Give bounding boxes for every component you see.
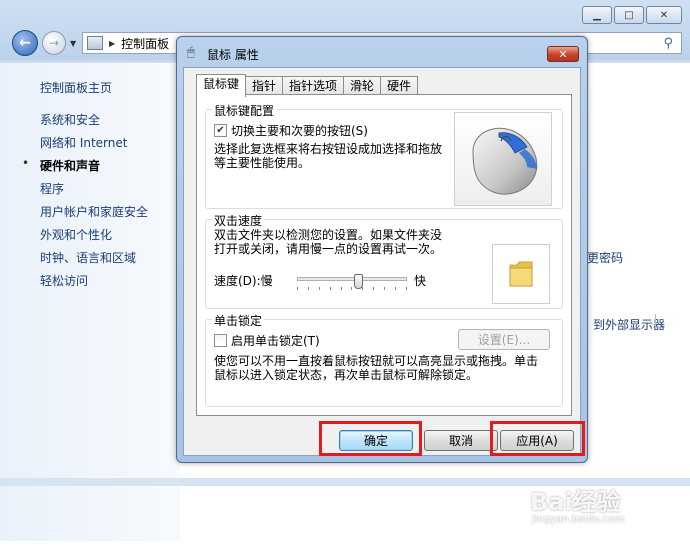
description-line: 使您可以不用一直按着鼠标按钮就可以高亮显示或拖拽。单击 bbox=[214, 354, 539, 368]
sidebar-item-hardware-sound[interactable]: 硬件和声音 bbox=[40, 157, 100, 174]
speed-slow-label: 速度(D):慢 bbox=[214, 274, 273, 288]
mouse-image-icon bbox=[472, 127, 538, 195]
sidebar-home-link[interactable]: 控制面板主页 bbox=[40, 79, 112, 96]
click-lock-row[interactable]: 启用单击锁定(T) bbox=[214, 332, 320, 349]
speed-slider-ticks bbox=[297, 287, 407, 291]
history-dropdown-icon[interactable]: ▼ bbox=[70, 39, 76, 48]
dialog-titlebar[interactable]: 🖱 鼠标 属性 ✕ bbox=[177, 37, 587, 67]
folder-icon[interactable] bbox=[508, 259, 534, 289]
minimize-button[interactable]: ▁ bbox=[582, 6, 612, 24]
buttons-tab-page: 鼠标键配置 ✔ 切换主要和次要的按钮(S) 选择此复选框来将右按钮设成加选择和拖… bbox=[196, 94, 572, 416]
breadcrumb-separator-icon[interactable]: ▶ bbox=[109, 39, 115, 48]
tab-pointers[interactable]: 指针 bbox=[245, 76, 284, 96]
switch-buttons-checkbox[interactable]: ✔ bbox=[214, 124, 227, 137]
window-caption-buttons: ▁ □ ✕ bbox=[582, 6, 682, 24]
tab-pointer-options[interactable]: 指针选项 bbox=[282, 76, 345, 96]
click-lock-checkbox-label[interactable]: 启用单击锁定(T) bbox=[231, 332, 320, 349]
sidebar-item-appearance[interactable]: 外观和个性化 bbox=[40, 226, 112, 243]
baidu-watermark-logo: Bai经验 bbox=[530, 488, 621, 516]
search-icon[interactable]: ⚲ bbox=[663, 36, 673, 51]
link-divider bbox=[655, 314, 656, 328]
active-bullet: • bbox=[22, 156, 30, 170]
navigation-buttons: ← → ▼ bbox=[12, 30, 76, 56]
dialog-body: 鼠标键 指针 指针选项 滑轮 硬件 鼠标键配置 ✔ 切换主要和次要的按钮(S) … bbox=[183, 67, 581, 456]
click-lock-checkbox[interactable] bbox=[214, 334, 227, 347]
apply-highlight-box bbox=[490, 421, 585, 456]
double-click-description: 双击文件夹以检测您的设置。如果文件夹没 打开或关闭，请用慢一点的设置再试一次。 bbox=[214, 228, 442, 256]
description-line: 等主要性能使用。 bbox=[214, 156, 311, 170]
speed-slider-track[interactable] bbox=[297, 274, 407, 289]
cancel-button[interactable]: 取消 bbox=[424, 430, 498, 451]
ok-highlight-box bbox=[319, 421, 422, 456]
click-lock-group: 单击锁定 启用单击锁定(T) 设置(E)... 使您可以不用一直按着鼠标按钮就可… bbox=[205, 312, 563, 407]
mouse-icon: 🖱 bbox=[187, 45, 195, 60]
speed-fast-label: 快 bbox=[414, 274, 427, 288]
sidebar: 控制面板主页 系统和安全 网络和 Internet • 硬件和声音 程序 用户帐… bbox=[0, 63, 180, 541]
sidebar-item-programs[interactable]: 程序 bbox=[40, 180, 64, 197]
tab-wheel[interactable]: 滑轮 bbox=[343, 76, 382, 96]
description-line: 双击文件夹以检测您的设置。如果文件夹没 bbox=[214, 228, 443, 242]
description-line: 鼠标以进入锁定状态，再次单击鼠标可解除锁定。 bbox=[214, 368, 479, 382]
switch-buttons-description: 选择此复选框来将右按钮设成加选择和拖放 等主要性能使用。 bbox=[214, 142, 442, 170]
dialog-title: 鼠标 属性 bbox=[207, 48, 259, 62]
maximize-button[interactable]: □ bbox=[614, 6, 644, 24]
switch-buttons-row[interactable]: ✔ 切换主要和次要的按钮(S) bbox=[214, 122, 368, 139]
test-folder-area[interactable] bbox=[492, 244, 550, 304]
double-click-speed-row: 速度(D):慢 快 bbox=[214, 272, 434, 296]
baidu-watermark-url: jingyan.baidu.com bbox=[532, 514, 625, 525]
mouse-illustration bbox=[454, 112, 552, 206]
button-config-label: 鼠标键配置 bbox=[212, 102, 277, 119]
description-line: 打开或关闭，请用慢一点的设置再试一次。 bbox=[214, 242, 443, 256]
click-lock-description: 使您可以不用一直按着鼠标按钮就可以高亮显示或拖拽。单击 鼠标以进入锁定状态，再次… bbox=[214, 354, 538, 382]
double-click-group: 双击速度 双击文件夹以检测您的设置。如果文件夹没 打开或关闭，请用慢一点的设置再… bbox=[205, 212, 563, 309]
change-password-link[interactable]: 更密码 bbox=[587, 249, 623, 266]
sidebar-item-clock-region[interactable]: 时钟、语言和区域 bbox=[40, 249, 136, 266]
sidebar-item-network[interactable]: 网络和 Internet bbox=[40, 134, 127, 151]
breadcrumb-control-panel[interactable]: 控制面板 bbox=[121, 35, 169, 52]
tab-buttons[interactable]: 鼠标键 bbox=[196, 74, 247, 97]
description-line: 选择此复选框来将右按钮设成加选择和拖放 bbox=[214, 142, 443, 156]
double-click-label: 双击速度 bbox=[212, 212, 265, 229]
dialog-close-button[interactable]: ✕ bbox=[547, 46, 579, 62]
forward-arrow-icon[interactable]: → bbox=[42, 31, 66, 55]
tab-hardware[interactable]: 硬件 bbox=[380, 76, 419, 96]
click-lock-label: 单击锁定 bbox=[212, 312, 265, 329]
sidebar-item-user-accounts[interactable]: 用户帐户和家庭安全 bbox=[40, 203, 148, 220]
click-lock-settings-button[interactable]: 设置(E)... bbox=[458, 329, 550, 350]
sidebar-item-system-security[interactable]: 系统和安全 bbox=[40, 111, 100, 128]
close-window-button[interactable]: ✕ bbox=[646, 6, 682, 24]
button-config-group: 鼠标键配置 ✔ 切换主要和次要的按钮(S) 选择此复选框来将右按钮设成加选择和拖… bbox=[205, 102, 563, 209]
sidebar-item-ease-of-access[interactable]: 轻松访问 bbox=[40, 272, 88, 289]
back-arrow-icon[interactable]: ← bbox=[12, 30, 38, 56]
mouse-properties-dialog: 🖱 鼠标 属性 ✕ 鼠标键 指针 指针选项 滑轮 硬件 鼠标键配置 ✔ 切换主要… bbox=[176, 36, 588, 463]
switch-buttons-label[interactable]: 切换主要和次要的按钮(S) bbox=[231, 122, 368, 139]
control-panel-icon bbox=[87, 36, 103, 50]
